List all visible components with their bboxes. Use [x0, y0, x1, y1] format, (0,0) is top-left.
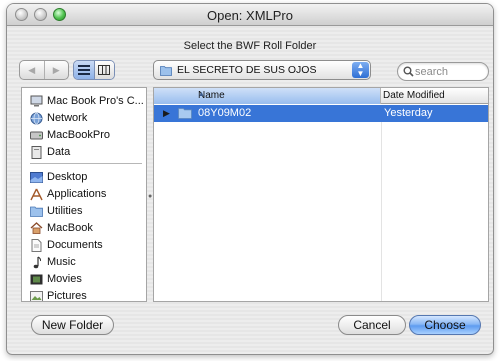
splitter-grip-icon: ●: [148, 193, 153, 200]
sidebar-item-pictures[interactable]: Pictures: [30, 288, 87, 302]
list-view-button[interactable]: [74, 61, 95, 79]
sidebar-item-computer[interactable]: Mac Book Pro's C...: [30, 93, 144, 109]
row-name: 08Y09M02: [198, 107, 252, 119]
hard-drive-icon: [30, 129, 43, 142]
choose-button[interactable]: Choose: [409, 315, 481, 335]
computer-icon: [30, 95, 43, 108]
navigation-control: ◀ ▶: [19, 60, 69, 80]
sidebar-item-label: Data: [47, 146, 71, 158]
desktop-icon: [30, 171, 43, 184]
applications-icon: [30, 188, 43, 201]
movies-icon: [30, 273, 43, 286]
sidebar-item-label: MacBookPro: [47, 129, 110, 141]
sidebar-item-label: Documents: [47, 239, 103, 251]
folder-icon: [178, 108, 192, 119]
back-arrow-icon[interactable]: ◀: [20, 61, 45, 79]
sidebar-item-desktop[interactable]: Desktop: [30, 169, 87, 185]
sort-ascending-icon: ▲: [198, 91, 205, 98]
row-date: Yesterday: [384, 107, 433, 119]
search-field[interactable]: [397, 62, 489, 81]
date-modified-column-header[interactable]: Date Modified: [383, 90, 445, 101]
sidebar-item-macbookpro[interactable]: MacBookPro: [30, 127, 110, 143]
search-icon: [403, 66, 414, 77]
chevron-updown-icon: ▲ ▼: [352, 62, 369, 78]
music-icon: [30, 256, 43, 269]
sidebar-item-label: MacBook: [47, 222, 93, 234]
sidebar-item-documents[interactable]: Documents: [30, 237, 103, 253]
disclosure-triangle-icon[interactable]: ▶: [163, 108, 173, 118]
sidebar-item-movies[interactable]: Movies: [30, 271, 82, 287]
column-separator: [381, 122, 382, 301]
sidebar-item-label: Applications: [47, 188, 107, 200]
title-bar[interactable]: Open: XMLPro: [7, 4, 493, 26]
folder-icon: [160, 66, 172, 76]
search-input[interactable]: [415, 64, 485, 79]
sidebar-item-music[interactable]: Music: [30, 254, 76, 270]
drive-icon: [30, 145, 43, 159]
sidebar-item-label: Mac Book Pro's C...: [47, 95, 144, 107]
network-globe-icon: [30, 112, 43, 125]
cancel-button[interactable]: Cancel: [338, 315, 406, 335]
sidebar: Mac Book Pro's C... Network MacBookPro D…: [21, 87, 147, 302]
pictures-icon: [30, 290, 43, 301]
window-title: Open: XMLPro: [207, 8, 293, 23]
table-row[interactable]: ▶ 08Y09M02 Yesterday: [154, 105, 488, 122]
sidebar-item-network[interactable]: Network: [30, 110, 87, 126]
view-mode-control: [73, 60, 115, 80]
open-dialog-window: Open: XMLPro Select the BWF Roll Folder …: [6, 3, 494, 355]
file-browser: Name ▲ Date Modified ▶ 08Y09M02 Yesterda…: [153, 87, 489, 302]
column-view-icon: [98, 65, 111, 75]
documents-icon: [30, 238, 43, 252]
sidebar-item-label: Pictures: [47, 290, 87, 302]
sidebar-item-label: Movies: [47, 273, 82, 285]
sidebar-item-utilities[interactable]: Utilities: [30, 203, 82, 219]
sidebar-item-label: Desktop: [47, 171, 88, 183]
sidebar-item-label: Utilities: [47, 205, 83, 217]
dialog-prompt: Select the BWF Roll Folder: [183, 40, 317, 52]
sidebar-item-label: Music: [47, 256, 76, 268]
column-view-button[interactable]: [94, 61, 114, 79]
sidebar-item-label: Network: [47, 112, 88, 124]
new-folder-button[interactable]: New Folder: [31, 315, 114, 335]
column-header: Name ▲ Date Modified: [154, 88, 488, 104]
sidebar-item-home[interactable]: MacBook: [30, 220, 93, 236]
sidebar-item-applications[interactable]: Applications: [30, 186, 106, 202]
forward-arrow-icon[interactable]: ▶: [45, 61, 69, 79]
sidebar-item-data[interactable]: Data: [30, 144, 70, 160]
name-column-header[interactable]: Name ▲: [154, 88, 381, 104]
location-popup[interactable]: EL SECRETO DE SUS OJOS ▲ ▼: [153, 60, 371, 80]
utilities-folder-icon: [30, 205, 43, 218]
location-label: EL SECRETO DE SUS OJOS: [177, 64, 317, 76]
list-view-icon: [77, 65, 90, 75]
home-icon: [30, 222, 43, 235]
sidebar-divider: [30, 163, 142, 164]
